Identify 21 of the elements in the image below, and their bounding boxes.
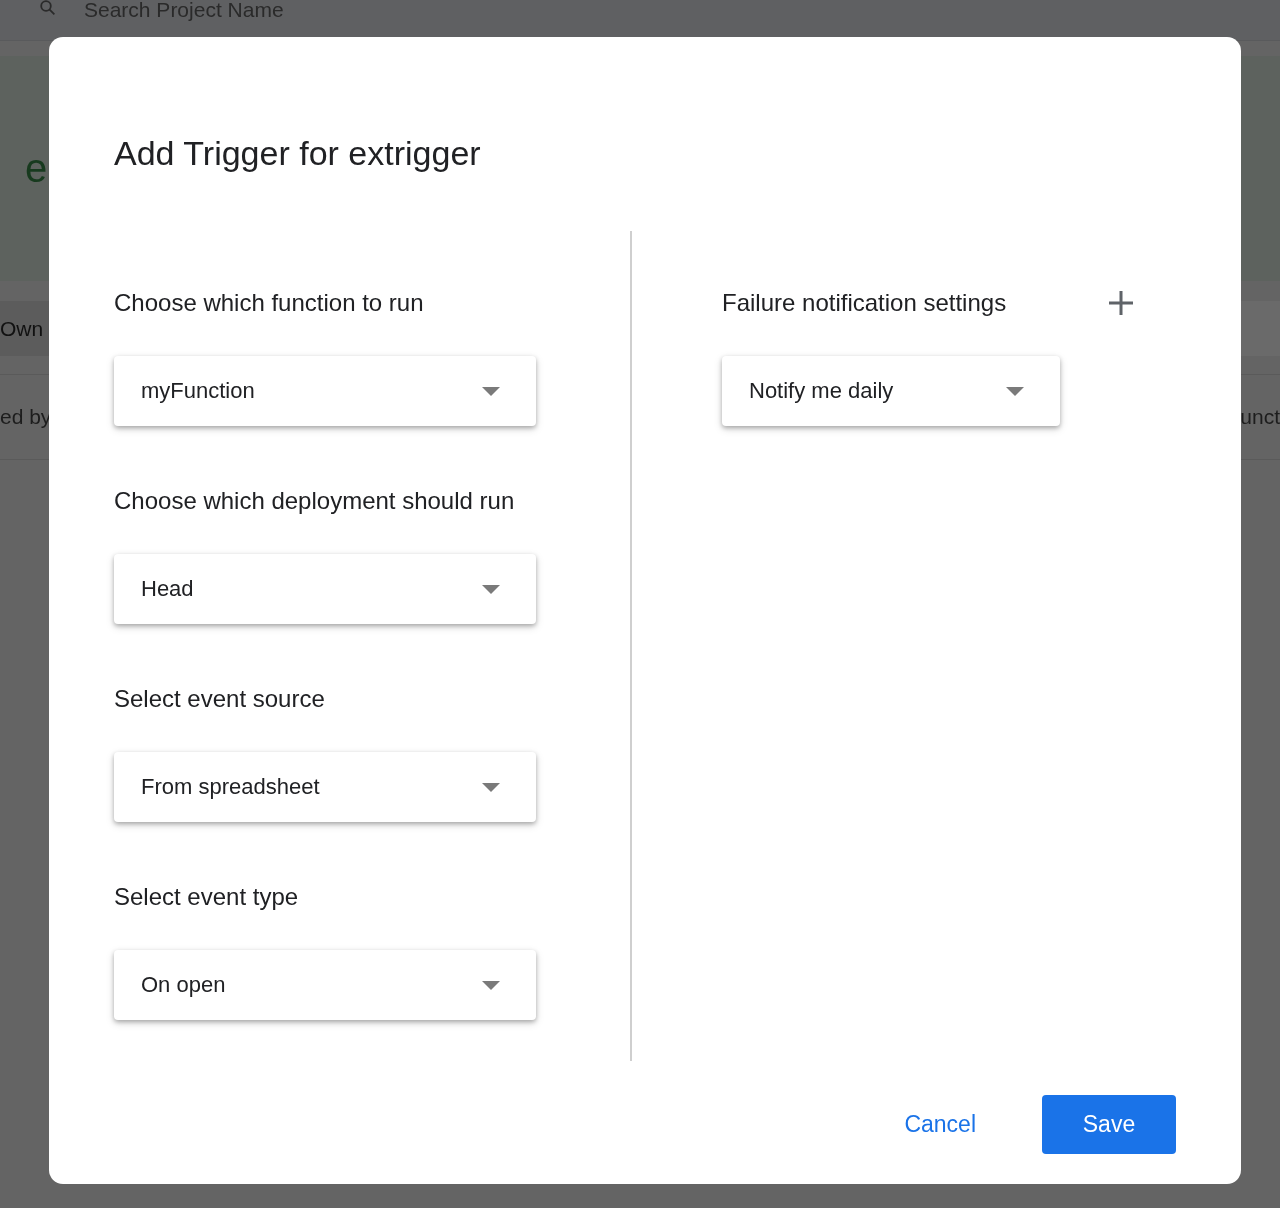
dropdown[interactable]: myFunction <box>114 356 536 426</box>
dropdown[interactable]: On open <box>114 950 536 1020</box>
caret-icon <box>482 584 500 594</box>
save-button[interactable]: Save <box>1042 1095 1176 1154</box>
field-label: Failure notification settings <box>722 288 1007 318</box>
field-label: Choose which deployment should run <box>114 486 516 516</box>
field-label: Select event type <box>114 882 300 912</box>
caret-icon <box>1006 386 1024 396</box>
dialog-title: Add Trigger for extrigger <box>114 133 482 173</box>
field-label: Choose which function to run <box>114 288 425 318</box>
plus-icon[interactable] <box>1109 291 1133 315</box>
dropdown[interactable]: Head <box>114 554 536 624</box>
column-header: unct <box>1240 405 1280 429</box>
project-title: e <box>25 146 48 191</box>
caret-icon <box>482 386 500 396</box>
field-label: Select event source <box>114 684 326 714</box>
caret-icon <box>482 782 500 792</box>
dropdown[interactable]: From spreadsheet <box>114 752 536 822</box>
caret-icon <box>482 980 500 990</box>
dropdown[interactable]: Notify me daily <box>722 356 1060 426</box>
cancel-button[interactable]: Cancel <box>890 1095 990 1154</box>
